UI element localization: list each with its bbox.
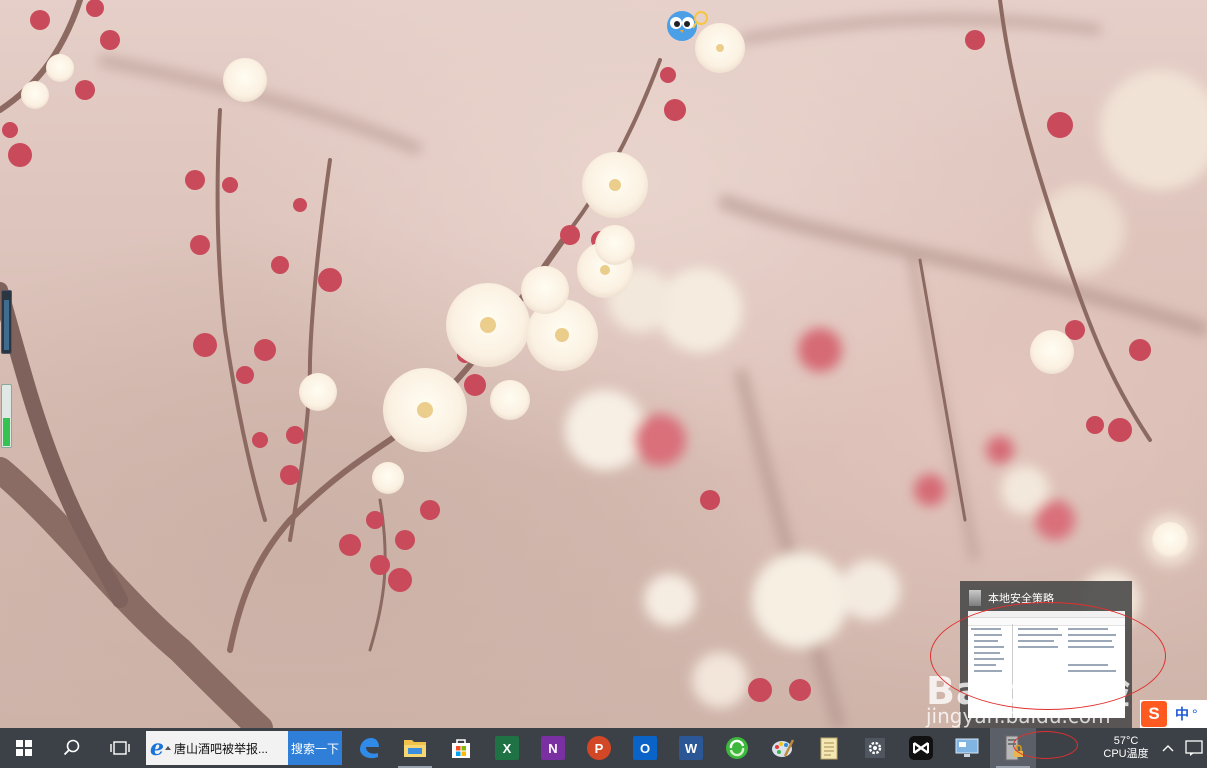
capcut-icon (909, 736, 933, 760)
windows-logo-icon (16, 740, 32, 756)
ie-search-box[interactable]: e 唐山酒吧被举报... (146, 731, 288, 765)
word-icon: W (679, 736, 703, 760)
taskbar-app-excel[interactable]: X (484, 728, 530, 768)
highlight-ellipse (930, 602, 1166, 710)
chevron-up-icon (1162, 745, 1174, 752)
taskbar-app-notepad[interactable] (806, 728, 852, 768)
ime-punctuation-icon[interactable]: ° (1192, 706, 1198, 722)
taskbar-app-paint[interactable] (760, 728, 806, 768)
taskbar-app-edge[interactable] (346, 728, 392, 768)
task-view-button[interactable] (96, 728, 144, 768)
cpu-temperature-widget[interactable]: 57°C CPU温度 (1097, 735, 1155, 761)
network-meter-gadget[interactable] (1, 290, 12, 354)
start-button[interactable] (0, 728, 48, 768)
taskbar-app-settings[interactable] (852, 728, 898, 768)
memory-meter-gadget[interactable] (1, 384, 12, 448)
system-tray: 57°C CPU温度 (1097, 728, 1207, 768)
onenote-icon: N (541, 736, 565, 760)
action-center-button[interactable] (1181, 728, 1207, 768)
ime-mode-label[interactable]: 中 (1175, 704, 1189, 724)
cpu-temperature-value: 57°C (1113, 735, 1139, 747)
sogou-logo-icon[interactable]: S (1141, 701, 1167, 727)
network-meter-bar (4, 300, 9, 350)
edge-icon (360, 738, 379, 759)
taskbar-app-word[interactable]: W (668, 728, 714, 768)
show-hidden-icons-button[interactable] (1155, 728, 1181, 768)
paint-palette-icon (772, 739, 795, 757)
powerpoint-icon: P (587, 736, 611, 760)
ie-icon: e (150, 735, 164, 761)
taskbar-app-capcut[interactable] (898, 728, 944, 768)
outlook-icon: O (633, 736, 657, 760)
security-policy-icon (968, 589, 982, 607)
folder-icon (404, 740, 426, 757)
taskbar-app-outlook[interactable]: O (622, 728, 668, 768)
store-icon (452, 739, 470, 758)
taskbar-app-remote-desktop[interactable] (944, 728, 990, 768)
taskbar-app-onenote[interactable]: N (530, 728, 576, 768)
gear-icon (865, 738, 885, 758)
search-submit-button[interactable]: 搜索一下 (288, 731, 342, 765)
sogou-ime-toolbar[interactable]: S 中 ° (1140, 700, 1207, 728)
taskbar-app-file-explorer[interactable] (392, 728, 438, 768)
desktop-pet-owl-icon[interactable] (665, 6, 711, 42)
task-view-icon (110, 741, 130, 755)
dropdown-caret-icon[interactable] (165, 746, 171, 750)
taskbar-app-powerpoint[interactable]: P (576, 728, 622, 768)
search-box-text[interactable]: 唐山酒吧被举报... (174, 740, 268, 757)
remote-desktop-icon (955, 738, 979, 757)
search-icon (63, 739, 80, 756)
cpu-temperature-label: CPU温度 (1103, 748, 1149, 760)
taskbar-app-store[interactable] (438, 728, 484, 768)
browser-360-icon (726, 737, 748, 759)
notepad-icon (820, 737, 838, 760)
highlight-ellipse-taskbar (1013, 731, 1078, 759)
notification-icon (1185, 740, 1203, 756)
taskbar-app-360-browser[interactable] (714, 728, 760, 768)
search-button[interactable] (48, 728, 96, 768)
excel-icon: X (495, 736, 519, 760)
memory-meter-fill (3, 418, 10, 446)
